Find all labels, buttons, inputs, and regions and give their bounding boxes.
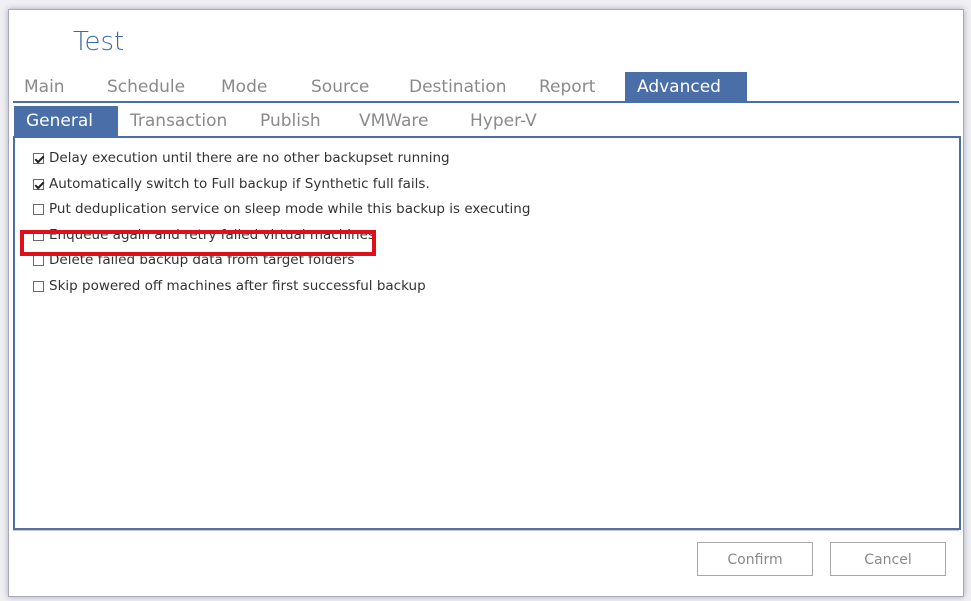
checkbox-unchecked[interactable] [33,203,44,215]
option-switch-full-backup[interactable]: Automatically switch to Full backup if S… [33,173,430,195]
footer-divider [13,530,959,531]
tab-mode[interactable]: Mode [221,72,281,102]
option-delay-execution[interactable]: Delay execution until there are no other… [33,147,450,169]
option-label: Automatically switch to Full backup if S… [49,176,430,192]
backup-settings-dialog: Test Main Schedule Mode Source Destinati… [8,9,964,597]
option-label: Delay execution until there are no other… [49,150,450,166]
subtab-publish[interactable]: Publish [260,106,330,136]
main-tab-underline [13,101,959,103]
subtab-hyperv[interactable]: Hyper-V [470,106,550,136]
checkbox-unchecked[interactable] [33,254,44,266]
tab-schedule[interactable]: Schedule [107,72,197,102]
option-dedup-sleep[interactable]: Put deduplication service on sleep mode … [33,198,530,220]
tab-advanced[interactable]: Advanced [625,72,747,102]
dialog-title: Test [73,27,125,57]
tab-destination[interactable]: Destination [409,72,519,102]
tab-source[interactable]: Source [311,72,381,102]
subtab-general[interactable]: General [14,106,118,136]
highlight-annotation-box [20,230,376,256]
checkbox-checked[interactable] [33,152,44,164]
tab-main[interactable]: Main [24,72,84,102]
checkbox-checked[interactable] [33,178,44,190]
option-skip-powered-off[interactable]: Skip powered off machines after first su… [33,275,426,297]
general-options-panel: Delay execution until there are no other… [13,136,961,530]
subtab-vmware[interactable]: VMWare [359,106,439,136]
cancel-button[interactable]: Cancel [830,542,946,576]
option-label: Put deduplication service on sleep mode … [49,201,531,217]
main-tab-bar: Main Schedule Mode Source Destination Re… [13,72,959,104]
tab-report[interactable]: Report [539,72,609,102]
sub-tab-bar: General Transaction Publish VMWare Hyper… [13,104,959,136]
checkbox-unchecked[interactable] [33,280,44,292]
confirm-button[interactable]: Confirm [697,542,813,576]
option-label: Skip powered off machines after first su… [49,278,426,294]
subtab-transaction[interactable]: Transaction [130,106,240,136]
